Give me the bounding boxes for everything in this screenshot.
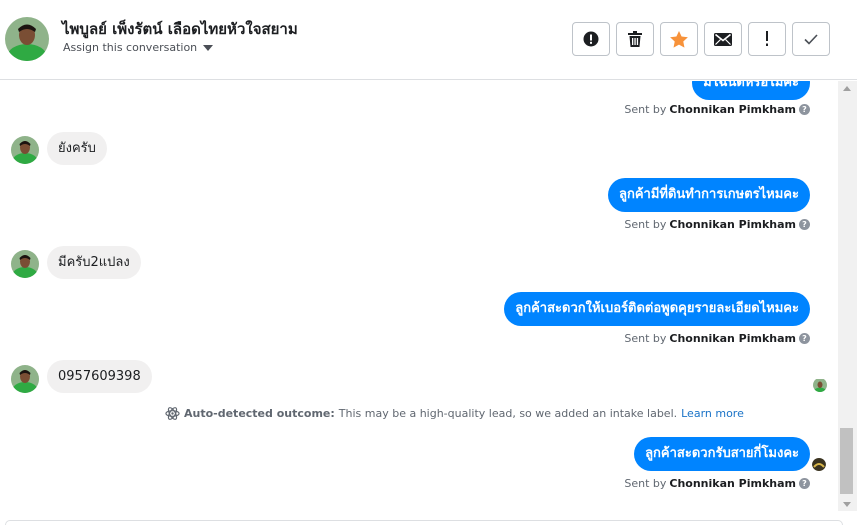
incoming-message[interactable]: 0957609398: [47, 360, 152, 393]
outgoing-message[interactable]: มีโฉนดหรือไม่คะ: [692, 81, 810, 100]
alert-circle-icon: [583, 31, 599, 47]
star-button[interactable]: [660, 22, 698, 56]
sent-by-line: Sent by Chonnikan Pimkham ?: [624, 477, 810, 490]
help-icon[interactable]: ?: [799, 478, 810, 489]
spam-button[interactable]: [572, 22, 610, 56]
outcome-text: This may be a high-quality lead, so we a…: [338, 407, 678, 420]
scroll-up-arrow-icon[interactable]: [843, 86, 851, 91]
atom-icon: [165, 407, 180, 420]
check-icon: [804, 33, 818, 45]
sender-name: Chonnikan Pimkham: [669, 218, 796, 231]
outgoing-message[interactable]: ลูกค้าสะดวกรับสายกี่โมงคะ: [634, 437, 810, 471]
help-icon[interactable]: ?: [799, 219, 810, 230]
contact-avatar-small[interactable]: [11, 136, 39, 164]
envelope-icon: [714, 32, 732, 46]
scroll-down-arrow-icon[interactable]: [843, 502, 851, 507]
sent-by-prefix: Sent by: [624, 218, 667, 231]
sent-by-prefix: Sent by: [624, 332, 667, 345]
assign-label: Assign this conversation: [63, 41, 198, 54]
sent-by-prefix: Sent by: [624, 477, 667, 490]
help-icon[interactable]: ?: [799, 333, 810, 344]
caret-down-icon: [203, 44, 214, 51]
sender-name: Chonnikan Pimkham: [669, 332, 796, 345]
mark-done-button[interactable]: [792, 22, 830, 56]
scroll-thumb[interactable]: [840, 428, 853, 494]
star-icon: [670, 30, 688, 48]
contact-avatar-small[interactable]: [11, 250, 39, 278]
sender-name: Chonnikan Pimkham: [669, 103, 796, 116]
delete-button[interactable]: [616, 22, 654, 56]
contact-avatar[interactable]: [5, 17, 49, 61]
header-actions: [572, 22, 830, 56]
sender-name: Chonnikan Pimkham: [669, 477, 796, 490]
contact-avatar-small[interactable]: [11, 365, 39, 393]
exclamation-icon: [766, 31, 768, 46]
auto-detected-outcome: Auto-detected outcome: This may be a hig…: [165, 406, 744, 421]
outcome-label: Auto-detected outcome:: [184, 407, 335, 420]
message-thread: มีโฉนดหรือไม่คะ Sent by Chonnikan Pimkha…: [0, 81, 838, 521]
agent-seen-avatar: [812, 457, 826, 471]
sent-by-prefix: Sent by: [624, 103, 667, 116]
mark-unread-button[interactable]: [704, 22, 742, 56]
conversation-header: ไพบูลย์ เพ็งรัตน์ เลือดไทยหัวใจสยาม Assi…: [0, 0, 857, 80]
incoming-message[interactable]: ยังครับ: [47, 132, 107, 165]
contact-name: ไพบูลย์ เพ็งรัตน์ เลือดไทยหัวใจสยาม: [62, 20, 298, 38]
sent-by-line: Sent by Chonnikan Pimkham ?: [624, 332, 810, 345]
trash-icon: [628, 31, 642, 47]
follow-up-button[interactable]: [748, 22, 786, 56]
thread-scrollbar[interactable]: [838, 81, 857, 511]
outgoing-message[interactable]: ลูกค้ามีที่ดินทำการเกษตรไหมคะ: [608, 178, 810, 212]
sent-by-line: Sent by Chonnikan Pimkham ?: [624, 103, 810, 116]
message-composer[interactable]: [5, 520, 843, 525]
incoming-message[interactable]: มีครับ2แปลง: [47, 246, 141, 279]
help-icon[interactable]: ?: [799, 104, 810, 115]
learn-more-link[interactable]: Learn more: [681, 407, 744, 420]
assign-conversation-dropdown[interactable]: Assign this conversation: [63, 41, 214, 54]
seen-avatar: [813, 378, 827, 392]
outgoing-message[interactable]: ลูกค้าสะดวกให้เบอร์ติดต่อพูดคุยรายละเอีย…: [504, 292, 810, 326]
sent-by-line: Sent by Chonnikan Pimkham ?: [624, 218, 810, 231]
